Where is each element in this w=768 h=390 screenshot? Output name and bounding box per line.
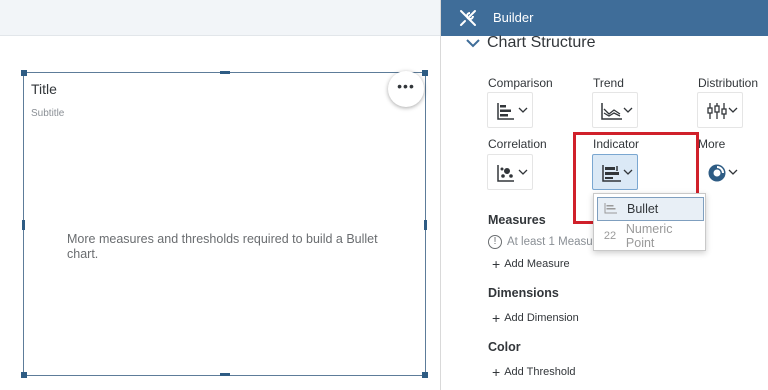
add-measure-label: Add Measure xyxy=(504,258,570,270)
chevron-down-icon xyxy=(623,169,633,175)
add-threshold-label: Add Threshold xyxy=(504,366,576,378)
resize-handle-left[interactable] xyxy=(22,220,25,230)
resize-handle-top-left[interactable] xyxy=(21,70,27,76)
menu-item-numeric-point-label: Numeric Point xyxy=(625,222,673,250)
measures-note-text: At least 1 Measure xyxy=(507,236,596,248)
bullet-chart-icon xyxy=(602,202,620,217)
resize-handle-bottom-right[interactable] xyxy=(422,372,428,378)
canvas-toolbar xyxy=(0,0,440,36)
resize-handle-right[interactable] xyxy=(424,220,427,230)
chevron-down-icon xyxy=(466,39,480,48)
indicator-dropdown-menu: Bullet 22 Numeric Point xyxy=(593,193,706,251)
empty-chart-message: More measures and thresholds required to… xyxy=(67,232,378,261)
scatter-chart-icon xyxy=(497,165,514,182)
category-label-more: More xyxy=(698,137,726,151)
widget-title[interactable]: Title xyxy=(31,81,57,97)
add-dimension-button[interactable]: + Add Dimension xyxy=(492,310,579,326)
plus-icon: + xyxy=(492,310,501,326)
warning-icon: ! xyxy=(488,235,502,249)
resize-handle-bottom[interactable] xyxy=(220,373,230,376)
numeric-point-icon: 22 xyxy=(603,230,617,242)
category-label-correlation: Correlation xyxy=(488,137,547,151)
area-chart-icon xyxy=(601,103,622,120)
plus-icon: + xyxy=(492,364,501,380)
measures-title: Measures xyxy=(488,213,546,227)
menu-item-bullet[interactable]: Bullet xyxy=(597,197,704,221)
builder-header: Builder xyxy=(441,0,768,36)
menu-item-bullet-label: Bullet xyxy=(627,202,659,216)
chart-widget[interactable]: Title Subtitle ••• More measures and thr… xyxy=(21,70,428,378)
trend-chart-picker[interactable] xyxy=(592,92,638,128)
measures-requirement-note: ! At least 1 Measure xyxy=(488,235,596,249)
color-title: Color xyxy=(488,340,521,354)
category-label-comparison: Comparison xyxy=(488,76,553,90)
story-canvas: Title Subtitle ••• More measures and thr… xyxy=(0,0,440,390)
resize-handle-top-right[interactable] xyxy=(422,70,428,76)
distribution-chart-picker[interactable] xyxy=(697,92,743,128)
box-plot-icon xyxy=(707,103,727,119)
add-dimension-label: Add Dimension xyxy=(504,312,579,324)
more-chart-picker[interactable] xyxy=(697,154,743,190)
add-measure-button[interactable]: + Add Measure xyxy=(492,256,570,272)
category-label-indicator: Indicator xyxy=(593,137,640,151)
category-label-trend: Trend xyxy=(593,76,624,90)
chevron-down-icon xyxy=(728,107,738,113)
comparison-chart-picker[interactable] xyxy=(487,92,533,128)
section-title: Chart Structure xyxy=(487,34,596,51)
chevron-down-icon xyxy=(518,169,528,175)
resize-handle-top[interactable] xyxy=(220,71,230,74)
bar-chart-icon xyxy=(497,103,514,120)
chevron-down-icon xyxy=(518,107,528,113)
add-threshold-button[interactable]: + Add Threshold xyxy=(492,364,576,380)
widget-subtitle[interactable]: Subtitle xyxy=(31,108,64,119)
category-label-distribution: Distribution xyxy=(698,76,759,90)
tools-icon xyxy=(460,10,476,26)
resize-handle-bottom-left[interactable] xyxy=(21,372,27,378)
indicator-chart-picker[interactable] xyxy=(592,154,638,190)
dimensions-title: Dimensions xyxy=(488,286,559,300)
plus-icon: + xyxy=(492,256,501,272)
chart-structure-toggle[interactable]: Chart Structure xyxy=(465,34,595,52)
more-options-button[interactable]: ••• xyxy=(388,71,424,107)
bullet-chart-icon xyxy=(602,165,621,182)
builder-title: Builder xyxy=(493,10,534,25)
chevron-down-icon xyxy=(728,169,738,175)
donut-chart-icon xyxy=(708,164,726,182)
correlation-chart-picker[interactable] xyxy=(487,154,533,190)
chevron-down-icon xyxy=(623,107,633,113)
menu-item-numeric-point[interactable]: 22 Numeric Point xyxy=(597,222,704,250)
